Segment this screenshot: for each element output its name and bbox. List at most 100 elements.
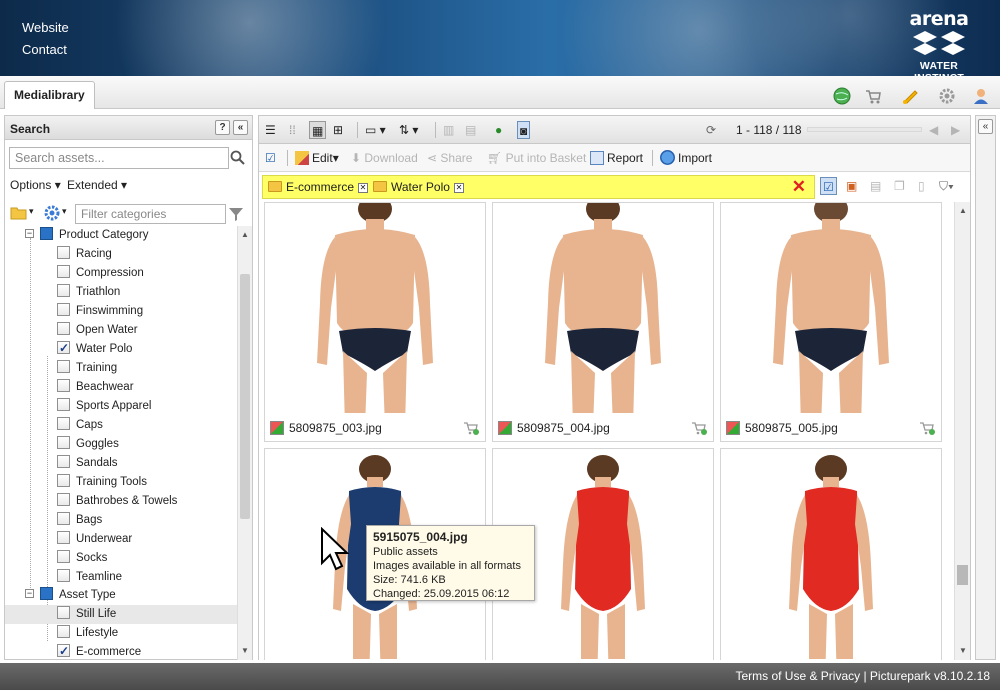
asset-card[interactable]: 5809875_005.jpg [720, 202, 942, 442]
asset-filename[interactable]: 5809875_003.jpg [289, 421, 382, 435]
tree-item-bags[interactable]: Bags [57, 511, 102, 530]
checkbox[interactable] [57, 246, 70, 260]
search-input[interactable]: Search assets... [9, 147, 229, 169]
tree-item-underwear[interactable]: Underwear [57, 530, 132, 549]
checkbox[interactable] [57, 417, 70, 431]
asset-thumbnail[interactable] [721, 449, 941, 659]
clear-filters-icon[interactable]: ✕ [792, 177, 806, 197]
scroll-up-icon[interactable]: ▲ [241, 230, 249, 239]
tree-node-asset-type[interactable]: − Asset Type [25, 586, 116, 605]
tree-item-bathrobes-towels[interactable]: Bathrobes & Towels [57, 492, 177, 511]
footer-text[interactable]: Terms of Use & Privacy | Picturepark v8.… [735, 669, 990, 683]
tree-item-sports-apparel[interactable]: Sports Apparel [57, 397, 151, 416]
tree-item-training-tools[interactable]: Training Tools [57, 473, 147, 492]
scroll-up-icon[interactable]: ▲ [959, 206, 967, 215]
checkbox[interactable] [57, 398, 70, 412]
view-medium-grid-icon[interactable]: ▦ [309, 121, 327, 139]
filter-chip-water-polo[interactable]: Water Polo ✕ [373, 179, 464, 195]
basket-icon[interactable] [864, 87, 882, 105]
remove-filter-icon[interactable]: ✕ [453, 182, 464, 193]
checkbox[interactable] [57, 303, 70, 317]
checkbox[interactable] [57, 569, 70, 583]
add-to-basket-icon[interactable] [463, 420, 479, 436]
asset-thumbnail[interactable] [265, 203, 485, 413]
tree-item-racing[interactable]: Racing [57, 245, 112, 264]
checkbox[interactable] [57, 436, 70, 450]
help-button[interactable]: ? [215, 120, 230, 135]
asset-thumbnail[interactable] [721, 203, 941, 413]
tree-item-teamline[interactable]: Teamline [57, 568, 122, 587]
collapse-icon[interactable]: − [25, 589, 34, 599]
tree-item-sandals[interactable]: Sandals [57, 454, 118, 473]
checkbox[interactable] [57, 642, 70, 660]
gear-icon[interactable] [938, 87, 956, 105]
checkbox[interactable] [57, 531, 70, 545]
tree-item-compression[interactable]: Compression [57, 264, 144, 283]
tree-item-water-polo[interactable]: Water Polo [57, 339, 132, 359]
asset-filename[interactable]: 5809875_005.jpg [745, 421, 838, 435]
website-link[interactable]: Website [22, 20, 69, 35]
collection-icon[interactable]: ▣ [846, 177, 857, 195]
view-list-icon[interactable]: ☰ [265, 121, 276, 139]
view-large-grid-icon[interactable]: ⊞ [333, 121, 343, 139]
bell-icon[interactable] [901, 87, 919, 105]
globe-view-icon[interactable]: ● [495, 121, 502, 139]
share-button[interactable]: ⋖ Share [427, 149, 472, 167]
page-slider[interactable] [807, 127, 922, 132]
tree-item-e-commerce[interactable]: E-commerce [57, 642, 141, 660]
prev-page-icon[interactable]: ◀ [929, 121, 938, 139]
tree-scrollbar[interactable]: ▲ ▼ [237, 226, 252, 660]
scroll-down-icon[interactable]: ▼ [959, 646, 967, 655]
select-all-icon[interactable]: ☑ [265, 149, 276, 167]
globe-icon[interactable] [833, 87, 851, 105]
asset-filename[interactable]: 5809875_004.jpg [517, 421, 610, 435]
tree-scroll-thumb[interactable] [240, 274, 250, 519]
scroll-down-icon[interactable]: ▼ [241, 646, 249, 655]
settings-menu-arrow-icon[interactable]: ▾ [62, 206, 67, 217]
tree-item-finswimming[interactable]: Finswimming [57, 302, 143, 321]
select-mode-icon[interactable]: ☑ [820, 177, 837, 195]
checkbox[interactable] [57, 339, 70, 358]
grid-scroll-thumb[interactable] [957, 565, 968, 585]
checkbox[interactable] [57, 493, 70, 507]
compare-icon[interactable]: ▥ [443, 121, 454, 139]
filter-categories-input[interactable]: Filter categories [75, 204, 226, 224]
checkbox[interactable] [57, 474, 70, 488]
collapse-icon[interactable]: − [25, 229, 34, 239]
copy-icon[interactable]: ❐ [894, 177, 905, 195]
tree-item-beachwear[interactable]: Beachwear [57, 378, 134, 397]
checkbox[interactable] [57, 379, 70, 393]
contact-link[interactable]: Contact [22, 42, 67, 57]
put-into-basket-button[interactable]: 🛒︎ Put into Basket [487, 149, 586, 167]
report-button[interactable]: Report [590, 149, 643, 167]
asset-card[interactable]: 5809875_003.jpg [264, 202, 486, 442]
tree-item-goggles[interactable]: Goggles [57, 435, 119, 454]
tree-item-training[interactable]: Training [57, 359, 117, 378]
checkbox[interactable] [57, 265, 70, 279]
tree-item-caps[interactable]: Caps [57, 416, 103, 435]
user-icon[interactable] [972, 87, 990, 105]
asset-card[interactable] [720, 448, 942, 660]
add-to-basket-icon[interactable] [919, 420, 935, 436]
filter-chip-ecommerce[interactable]: E-commerce ✕ [268, 179, 369, 195]
options-menu[interactable]: Options ▾ [10, 178, 61, 192]
settings-menu-icon[interactable] [43, 204, 61, 222]
folder-menu-icon[interactable] [10, 205, 28, 221]
checkbox[interactable] [57, 360, 70, 374]
map-view-icon[interactable]: ▤ [465, 121, 476, 139]
asset-card[interactable]: 5809875_004.jpg [492, 202, 714, 442]
checkbox[interactable] [57, 322, 70, 336]
next-page-icon[interactable]: ▶ [951, 121, 960, 139]
grid-scrollbar[interactable]: ▲ ▼ [954, 202, 970, 660]
pdf-icon[interactable]: ▤ [870, 177, 881, 195]
folder-menu-arrow-icon[interactable]: ▾ [29, 206, 34, 217]
extended-menu[interactable]: Extended ▾ [67, 178, 127, 192]
filter-icon[interactable] [227, 205, 245, 223]
asset-thumbnail[interactable] [493, 203, 713, 413]
checkbox[interactable] [57, 284, 70, 298]
checkbox[interactable] [57, 550, 70, 564]
checkbox[interactable] [57, 455, 70, 469]
tree-item-socks[interactable]: Socks [57, 549, 107, 568]
remove-filter-icon[interactable]: ✕ [358, 182, 369, 193]
preview-icon[interactable]: ◙ [517, 121, 531, 139]
